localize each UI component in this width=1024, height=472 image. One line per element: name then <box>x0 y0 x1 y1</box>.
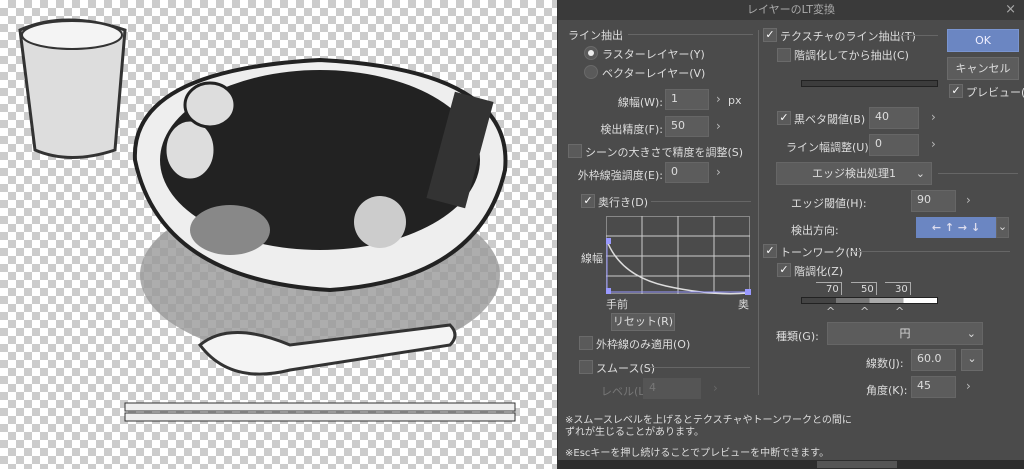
depth-label: 奥行き(D) <box>598 196 649 209</box>
tone-posterize-checkbox[interactable]: ✓ <box>777 263 791 277</box>
vector-radio[interactable] <box>584 65 598 79</box>
black-threshold-checkbox[interactable]: ✓ <box>777 111 791 125</box>
texture-progress-bar <box>801 80 938 87</box>
tone-handle-2-icon[interactable]: ^ <box>860 305 869 318</box>
ramen-illustration <box>18 18 516 422</box>
depth-curve-graph[interactable] <box>606 216 751 296</box>
column-divider <box>758 30 759 395</box>
line-width-adjust-arrow[interactable]: › <box>931 137 936 151</box>
canvas-preview <box>0 0 557 469</box>
note-smooth-2: ずれが生じることがあります。 <box>565 427 704 438</box>
smooth-label: スムース(S) <box>596 362 656 375</box>
screen-lines-input[interactable]: 60.0 <box>911 349 956 371</box>
screen-lines-dropdown-icon[interactable]: ⌄ <box>961 349 983 371</box>
tone-gradient-bar <box>801 297 938 304</box>
scene-precision-checkbox[interactable] <box>568 144 582 158</box>
angle-label: 角度(K): <box>866 384 908 397</box>
curve-handle-end[interactable] <box>745 289 751 295</box>
precision-slider-arrow[interactable]: › <box>716 119 721 133</box>
horizontal-scrollbar[interactable] <box>557 460 1024 469</box>
tone-level-1[interactable]: 70 <box>816 282 842 295</box>
depth-checkbox[interactable]: ✓ <box>581 194 595 208</box>
angle-arrow[interactable]: › <box>966 379 971 393</box>
outer-only-label: 外枠線のみ適用(O) <box>596 338 691 351</box>
curve-handle-base[interactable] <box>606 288 611 294</box>
precision-input[interactable]: 50 <box>665 116 709 137</box>
direction-chevron-icon[interactable]: ⌄ <box>996 217 1009 238</box>
vector-label: ベクターレイヤー(V) <box>602 67 706 80</box>
precision-label: 検出精度(F): <box>600 123 663 136</box>
tone-level-2[interactable]: 50 <box>851 282 877 295</box>
texture-extract-checkbox[interactable]: ✓ <box>763 28 777 42</box>
line-width-input[interactable]: 1 <box>665 89 709 110</box>
scene-precision-label: シーンの大きさで精度を調整(S) <box>585 146 744 159</box>
raster-radio[interactable] <box>584 46 598 60</box>
line-width-unit: px <box>728 94 742 107</box>
angle-input[interactable]: 45 <box>911 376 956 398</box>
black-threshold-input[interactable]: 40 <box>869 107 919 129</box>
cancel-button[interactable]: キャンセル <box>947 57 1019 80</box>
ok-button[interactable]: OK <box>947 29 1019 52</box>
chevron-down-icon: ⌄ <box>966 327 976 340</box>
line-width-adjust-label: ライン幅調整(U): <box>786 141 873 154</box>
note-esc: ※Escキーを押し続けることでプレビューを中断できます。 <box>565 448 830 459</box>
tone-type-label: 種類(G): <box>776 330 819 343</box>
black-threshold-label: 黒ベタ閾値(B) <box>794 113 866 126</box>
detect-direction-label: 検出方向: <box>791 224 839 237</box>
outer-emphasis-input[interactable]: 0 <box>665 162 709 183</box>
screen-lines-label: 線数(J): <box>866 357 904 370</box>
tone-handle-1-icon[interactable]: ^ <box>826 305 835 318</box>
level-input[interactable]: 4 <box>643 378 701 399</box>
graph-near-label: 手前 <box>606 298 628 311</box>
level-slider-arrow[interactable]: › <box>713 381 718 395</box>
smooth-checkbox[interactable] <box>579 360 593 374</box>
tone-level-3[interactable]: 30 <box>885 282 911 295</box>
edge-threshold-label: エッジ閾値(H): <box>791 197 867 210</box>
outer-only-checkbox[interactable] <box>579 336 593 350</box>
line-width-label: 線幅(W): <box>617 96 663 109</box>
chevron-down-icon: ⌄ <box>915 167 925 180</box>
tonework-label: トーンワーク(N) <box>780 246 863 259</box>
tone-handle-3-icon[interactable]: ^ <box>895 305 904 318</box>
close-icon[interactable]: × <box>1005 0 1016 20</box>
preview-checkbox[interactable]: ✓ <box>949 84 963 98</box>
curve-handle-start[interactable] <box>606 238 611 244</box>
tone-type-value: 円 <box>899 327 911 340</box>
line-width-slider-arrow[interactable]: › <box>716 92 721 106</box>
raster-label: ラスターレイヤー(Y) <box>602 48 705 61</box>
black-threshold-arrow[interactable]: › <box>931 110 936 124</box>
lt-conversion-dialog: レイヤーのLT変換 × ライン抽出 ラスターレイヤー(Y) ベクターレイヤー(V)… <box>557 0 1024 460</box>
outer-emphasis-slider-arrow[interactable]: › <box>716 165 721 179</box>
graph-y-label: 線幅 <box>581 252 603 265</box>
posterize-before-checkbox[interactable] <box>777 48 791 62</box>
tone-posterize-label: 階調化(Z) <box>794 265 844 278</box>
tonework-checkbox[interactable]: ✓ <box>763 244 777 258</box>
edge-threshold-arrow[interactable]: › <box>966 193 971 207</box>
line-extract-heading: ライン抽出 <box>568 29 623 42</box>
edge-threshold-input[interactable]: 90 <box>911 190 956 212</box>
texture-extract-label: テクスチャのライン抽出(T) <box>780 30 916 43</box>
edge-process-value: エッジ検出処理1 <box>812 167 896 180</box>
line-width-adjust-input[interactable]: 0 <box>869 134 919 156</box>
tone-type-dropdown[interactable]: 円 ⌄ <box>827 322 983 345</box>
detect-direction-button[interactable]: ← ↑ → ↓ <box>916 217 996 238</box>
dialog-title-bar[interactable]: レイヤーのLT変換 × <box>558 0 1024 20</box>
preview-label: プレビュー(P) <box>966 86 1024 99</box>
reset-button[interactable]: リセット(R) <box>611 313 675 331</box>
posterize-before-label: 階調化してから抽出(C) <box>794 49 909 62</box>
dialog-title: レイヤーのLT変換 <box>746 3 835 16</box>
edge-process-dropdown[interactable]: エッジ検出処理1 ⌄ <box>776 162 932 185</box>
graph-far-label: 奥 <box>738 298 749 311</box>
outer-emphasis-label: 外枠線強調度(E): <box>577 169 663 182</box>
